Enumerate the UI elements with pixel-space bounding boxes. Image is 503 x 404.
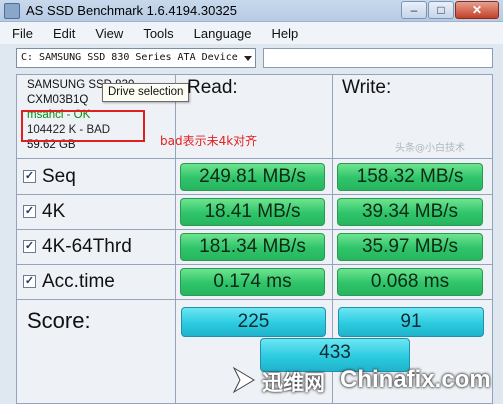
read-value: 0.174 ms <box>180 268 325 296</box>
test-row-4k-64thrd: ✓ 4K-64Thrd 181.34 MB/s 35.97 MB/s <box>16 230 493 265</box>
4k-checkbox[interactable]: ✓ <box>23 205 36 218</box>
window-title: AS SSD Benchmark 1.6.4194.30325 <box>26 3 238 18</box>
test-row-4k: ✓ 4K 18.41 MB/s 39.34 MB/s <box>16 195 493 230</box>
4k-64thrd-checkbox[interactable]: ✓ <box>23 240 36 253</box>
test-row-acc-time: ✓ Acc.time 0.174 ms 0.068 ms <box>16 265 493 300</box>
row-label: 4K-64Thrd <box>42 236 132 257</box>
drive-info-field[interactable] <box>263 48 493 68</box>
maximize-icon: □ <box>437 3 445 17</box>
faint-watermark: 头条@小白技术 <box>395 143 465 154</box>
close-icon: ✕ <box>471 3 483 17</box>
minimize-button[interactable]: – <box>401 1 427 19</box>
drive-select[interactable]: C: SAMSUNG SSD 830 Series ATA Device <box>16 48 256 68</box>
title-bar: AS SSD Benchmark 1.6.4194.30325 – □ ✕ <box>0 0 503 22</box>
menu-bar: File Edit View Tools Language Help <box>0 22 503 44</box>
highlight-box <box>21 110 145 142</box>
close-button[interactable]: ✕ <box>455 1 499 19</box>
read-header: Read: <box>187 77 238 98</box>
write-value: 39.34 MB/s <box>337 198 483 226</box>
watermark-en: Chinafix.com <box>340 366 491 393</box>
row-label: Seq <box>42 166 76 187</box>
row-label: Acc.time <box>42 271 115 292</box>
annotation-text: bad表示未4k对齐 <box>160 134 258 148</box>
write-score: 91 <box>338 307 484 337</box>
menu-view[interactable]: View <box>95 26 123 41</box>
menu-file[interactable]: File <box>12 26 33 41</box>
read-value: 181.34 MB/s <box>180 233 325 261</box>
acc-time-checkbox[interactable]: ✓ <box>23 275 36 288</box>
score-label: Score: <box>27 308 91 333</box>
watermark-cn: 迅维网 <box>262 371 325 395</box>
row-label: 4K <box>42 201 66 222</box>
watermark-logo-icon <box>232 366 255 394</box>
menu-help[interactable]: Help <box>272 26 299 41</box>
menu-edit[interactable]: Edit <box>53 26 75 41</box>
seq-checkbox[interactable]: ✓ <box>23 170 36 183</box>
minimize-icon: – <box>410 3 418 17</box>
read-score: 225 <box>181 307 326 337</box>
window-controls: – □ ✕ <box>400 1 499 19</box>
chevron-down-icon[interactable] <box>244 56 252 61</box>
read-value: 18.41 MB/s <box>180 198 325 226</box>
tooltip: Drive selection <box>102 83 190 102</box>
write-value: 0.068 ms <box>337 268 483 296</box>
test-row-seq: ✓ Seq 249.81 MB/s 158.32 MB/s <box>16 160 493 195</box>
menu-language[interactable]: Language <box>194 26 252 41</box>
read-value: 249.81 MB/s <box>180 163 325 191</box>
row-divider <box>16 158 493 159</box>
write-value: 35.97 MB/s <box>337 233 483 261</box>
menu-tools[interactable]: Tools <box>143 26 173 41</box>
write-value: 158.32 MB/s <box>337 163 483 191</box>
maximize-button[interactable]: □ <box>428 1 454 19</box>
app-icon <box>4 3 20 19</box>
drive-select-value: C: SAMSUNG SSD 830 Series ATA Device <box>21 52 238 63</box>
write-header: Write: <box>342 77 392 98</box>
